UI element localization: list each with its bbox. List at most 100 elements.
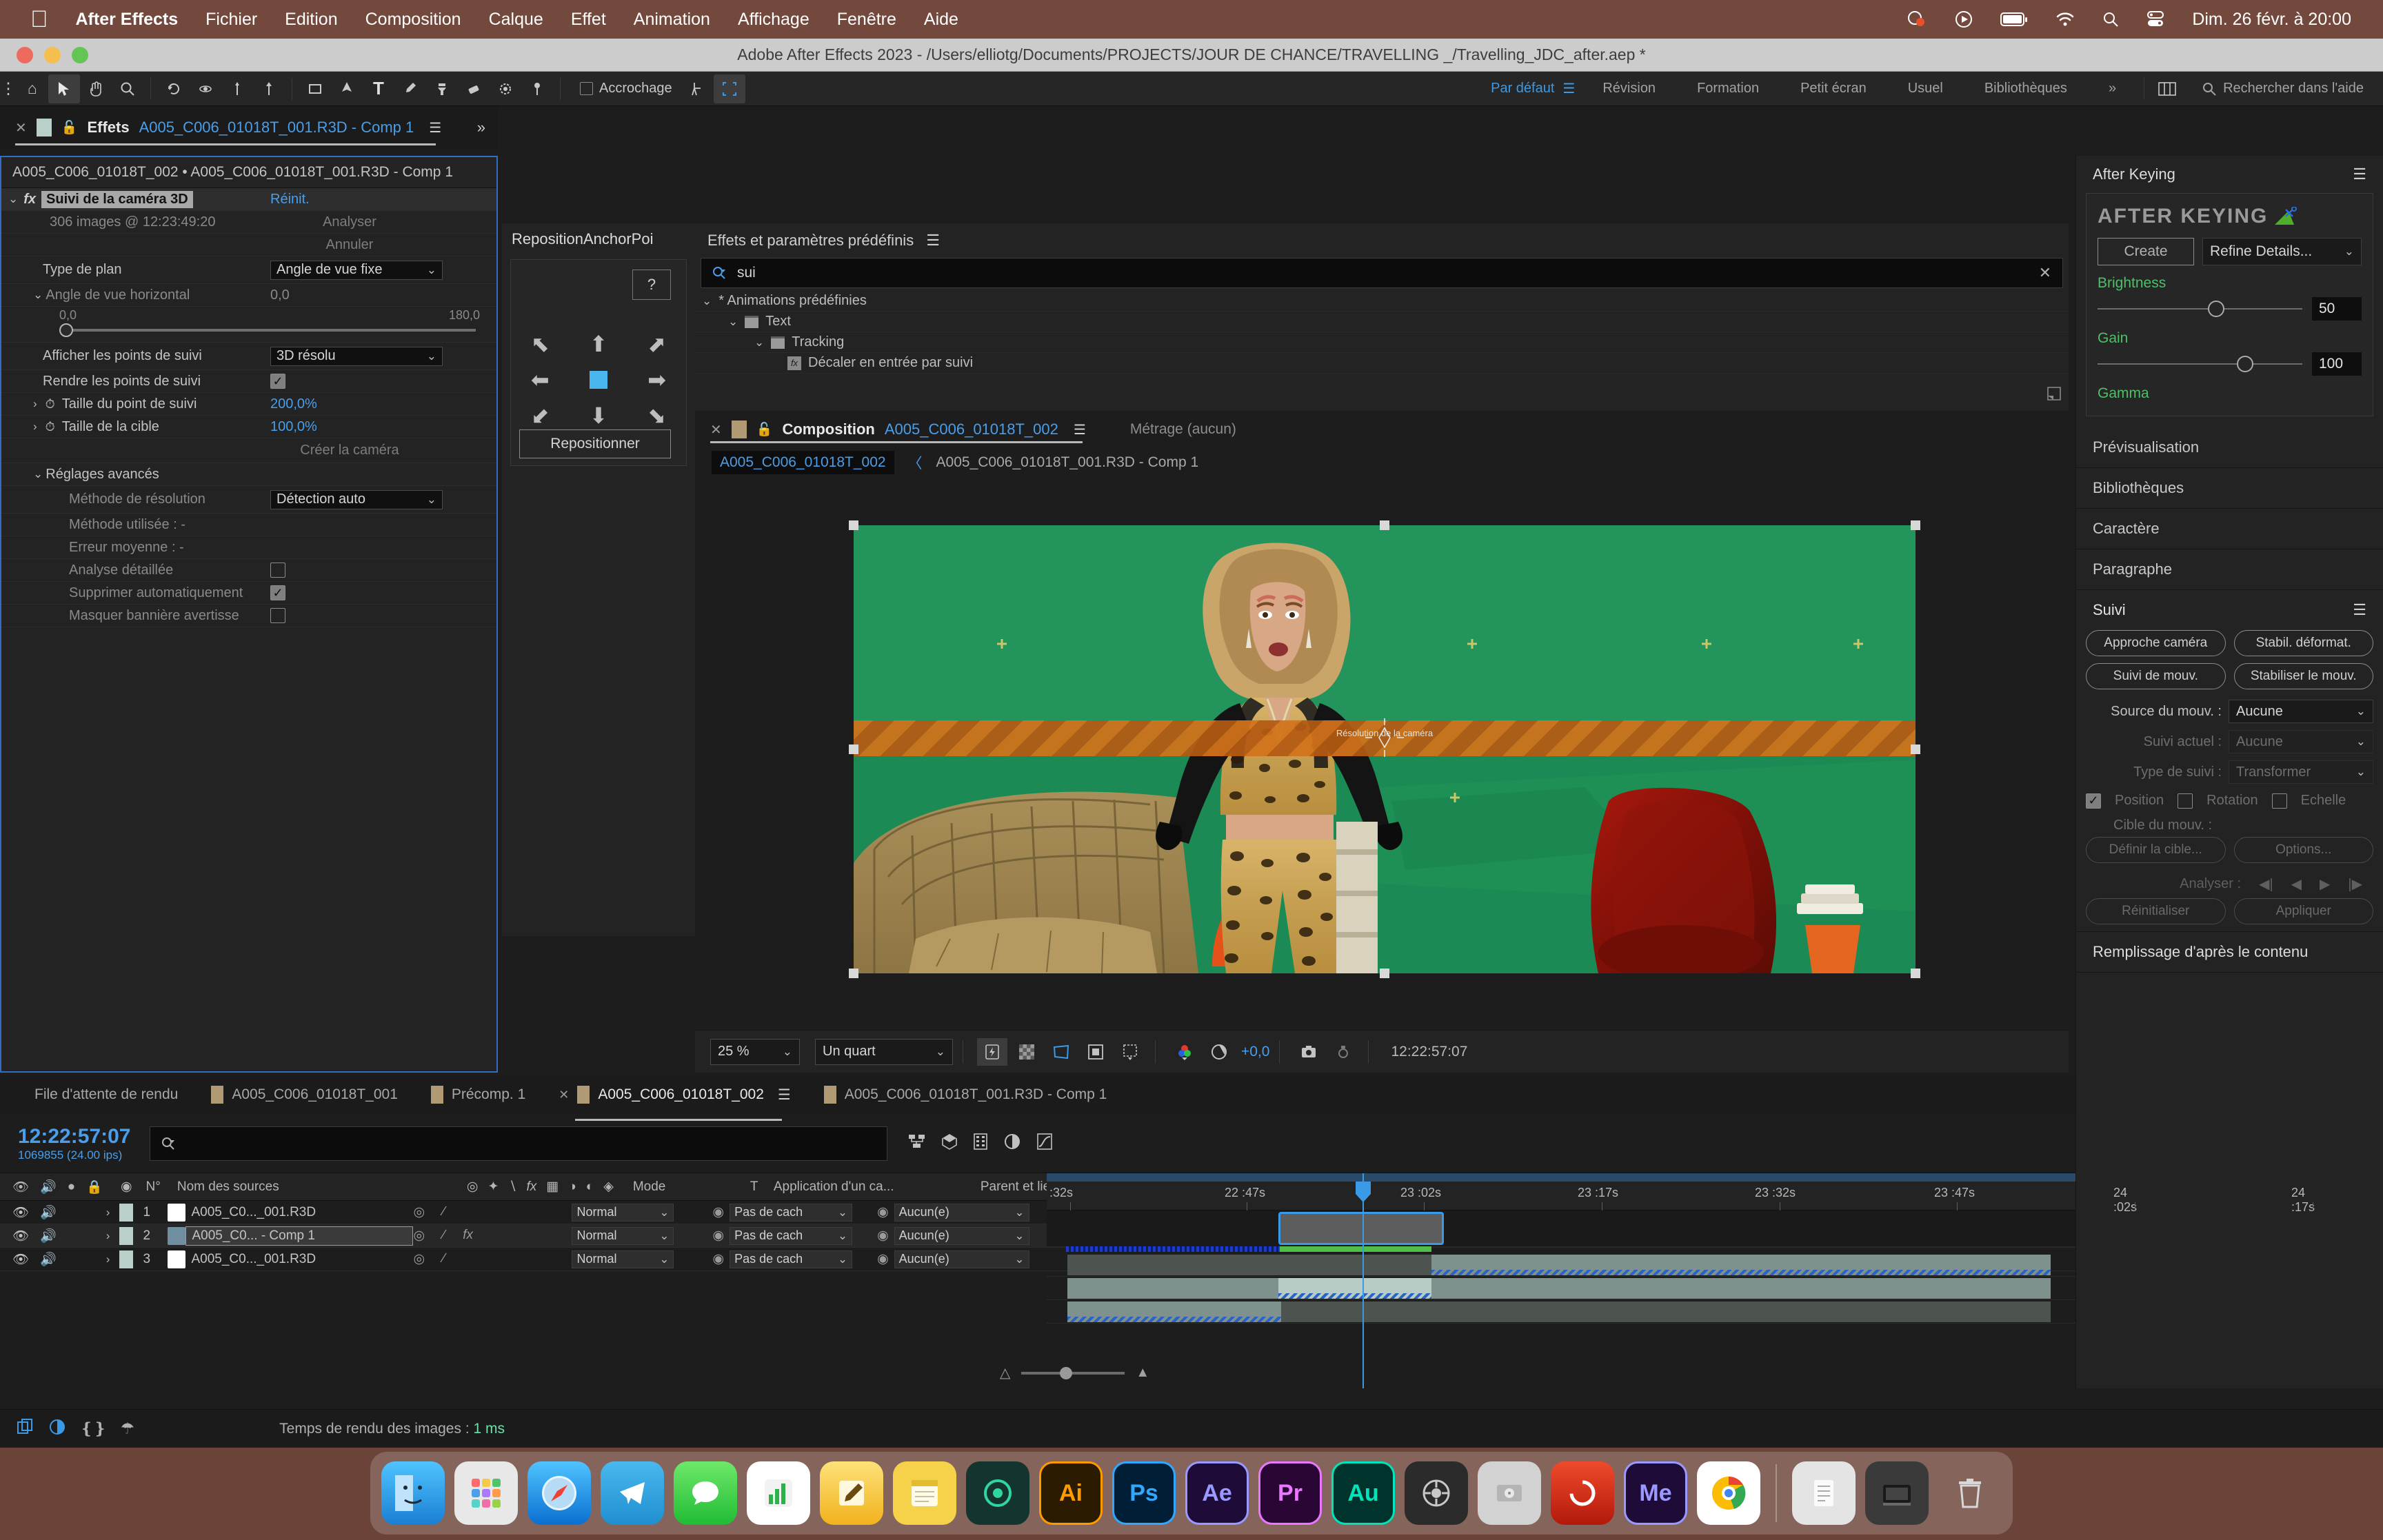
brainstorm-icon[interactable]: ☂: [121, 1419, 135, 1438]
quality-icon[interactable]: ∕: [443, 1228, 445, 1244]
mode-dropdown[interactable]: Normal ⌄: [572, 1250, 674, 1268]
arrow-up-right-icon[interactable]: ⬈: [647, 333, 666, 355]
effect-header-row[interactable]: ⌄ fx Suivi de la caméra 3D Réinit.: [1, 188, 496, 211]
anchor-arrow-grid[interactable]: ⬉ ⬆ ⬈ ⬅ ➡ ⬋ ⬇ ⬊: [511, 326, 686, 434]
quality-icon[interactable]: ∕: [443, 1204, 445, 1220]
arrow-down-right-icon[interactable]: ⬊: [647, 405, 666, 427]
audio-icon[interactable]: 🔊: [40, 1251, 57, 1268]
analyse-back-1-frame-icon[interactable]: ◀|: [2259, 875, 2273, 893]
label-color-swatch[interactable]: [119, 1226, 134, 1245]
dock-app-audition[interactable]: Au: [1331, 1461, 1395, 1525]
timeline-timecode[interactable]: 12:22:57:07: [18, 1125, 130, 1148]
hide-banner-checkbox[interactable]: [270, 608, 285, 623]
dock-app-cinema4d[interactable]: [1551, 1461, 1614, 1525]
hfov-slider-row[interactable]: 0,0 180,0: [1, 307, 496, 343]
tab-comp-001-r3d[interactable]: A005_C006_01018T_001.R3D - Comp 1: [807, 1086, 1124, 1104]
panel-menu-icon[interactable]: ☰: [1074, 421, 1086, 438]
dock-app-finder[interactable]: [381, 1461, 445, 1525]
motion-blur-icon[interactable]: [48, 1418, 66, 1440]
search-icon[interactable]: [2102, 11, 2119, 28]
composition-canvas[interactable]: Résolution de la caméra: [849, 520, 1920, 978]
wifi-icon[interactable]: [2055, 12, 2075, 27]
analyse-forward-1-frame-icon[interactable]: |▶: [2348, 875, 2362, 893]
current-time-indicator[interactable]: [1363, 1173, 1364, 1388]
chevron-right-icon[interactable]: ›: [33, 397, 37, 411]
audio-icon[interactable]: 🔊: [40, 1228, 57, 1244]
menu-fichier[interactable]: Fichier: [205, 10, 257, 30]
dock-app-photoshop[interactable]: Ps: [1112, 1461, 1176, 1525]
transform-box-icon[interactable]: [713, 74, 745, 103]
track-matte-icon[interactable]: ◉: [712, 1204, 724, 1220]
chevron-right-icon[interactable]: ›: [106, 1253, 110, 1266]
zoom-button[interactable]: [72, 46, 88, 63]
solve-method-dropdown[interactable]: Détection auto ⌄: [270, 489, 443, 509]
tab-render-queue[interactable]: File d'attente de rendu: [18, 1086, 194, 1103]
hfov-value[interactable]: 0,0: [270, 287, 290, 303]
help-search[interactable]: Rechercher dans l'aide: [2183, 81, 2383, 97]
arrow-up-icon[interactable]: ⬆: [590, 333, 608, 355]
tab-precomp-1[interactable]: Précomp. 1: [414, 1086, 542, 1104]
reposition-button[interactable]: Repositionner: [519, 429, 671, 458]
tab-comp-001[interactable]: A005_C006_01018T_001: [194, 1086, 414, 1104]
selection-handle-ml[interactable]: [849, 744, 858, 754]
brightness-value[interactable]: 50: [2312, 297, 2362, 321]
rotation-checkbox[interactable]: [2178, 793, 2193, 809]
motion-source-dropdown[interactable]: Aucune ⌄: [2229, 700, 2373, 723]
apple-icon[interactable]: : [30, 8, 48, 31]
hfov-slider-track[interactable]: [63, 329, 476, 332]
dock-app-chrome[interactable]: [1697, 1461, 1760, 1525]
transparency-grid-icon[interactable]: [1012, 1038, 1042, 1066]
dock-app-webex[interactable]: [966, 1461, 1029, 1525]
label-color-swatch[interactable]: [119, 1250, 134, 1268]
close-button[interactable]: [17, 46, 33, 63]
close-icon[interactable]: ✕: [710, 421, 722, 438]
clear-search-icon[interactable]: ✕: [2039, 264, 2051, 282]
mode-dropdown[interactable]: Normal ⌄: [572, 1226, 674, 1245]
pen-tool-icon[interactable]: [331, 74, 363, 103]
panel-menu-icon[interactable]: ☰: [2353, 601, 2366, 619]
track-matte-icon[interactable]: ◉: [712, 1228, 724, 1244]
chevron-right-icon[interactable]: ›: [106, 1229, 110, 1243]
grid-guides-icon[interactable]: [1115, 1038, 1145, 1066]
render-icon[interactable]: [17, 1418, 34, 1440]
show-snapshot-icon[interactable]: [1328, 1038, 1358, 1066]
composition-timecode[interactable]: 12:22:57:07: [1391, 1044, 1467, 1060]
arrow-down-left-icon[interactable]: ⬋: [531, 405, 550, 427]
detailed-analysis-checkbox[interactable]: [270, 563, 285, 578]
parent-dropdown[interactable]: Aucun(e) ⌄: [894, 1203, 1029, 1222]
workspace-menu-icon[interactable]: ☰: [1562, 80, 1582, 97]
track-type-dropdown[interactable]: Transformer ⌄: [2229, 760, 2373, 784]
alignment-icon[interactable]: [682, 74, 714, 103]
selection-handle-bc[interactable]: [1380, 969, 1389, 978]
dock-app-illustrator[interactable]: Ai: [1039, 1461, 1103, 1525]
selection-handle-mr[interactable]: [1911, 744, 1920, 754]
chevron-down-icon[interactable]: ⌄: [33, 467, 43, 481]
menu-animation[interactable]: Animation: [634, 10, 710, 30]
tree-item-animations[interactable]: ⌄ * Animations prédéfinies: [695, 291, 2069, 312]
layer-switch-cells[interactable]: ◎ ∕: [413, 1251, 572, 1267]
menu-aide[interactable]: Aide: [924, 10, 958, 30]
shy-icon[interactable]: ◎: [413, 1251, 425, 1267]
clone-stamp-icon[interactable]: [426, 74, 458, 103]
orbit-camera-icon[interactable]: [190, 74, 221, 103]
panel-menu-icon[interactable]: ☰: [926, 232, 940, 250]
work-area-selection[interactable]: [1278, 1212, 1444, 1245]
audio-icon[interactable]: 🔊: [40, 1204, 57, 1221]
tree-item-tracking[interactable]: ⌄ Tracking: [695, 332, 2069, 353]
analyse-forward-icon[interactable]: ▶: [2320, 875, 2330, 893]
region-of-interest-icon[interactable]: [1046, 1038, 1076, 1066]
roto-brush-icon[interactable]: [490, 74, 521, 103]
fast-preview-icon[interactable]: [977, 1037, 1007, 1066]
footage-tab[interactable]: Métrage (aucun): [1130, 421, 1236, 438]
rect-mask-icon[interactable]: [299, 74, 331, 103]
shy-icon[interactable]: ◎: [413, 1228, 425, 1244]
cancel-button[interactable]: Annuler: [270, 237, 429, 253]
rotation-tool-icon[interactable]: [158, 74, 190, 103]
mask-icon[interactable]: [1080, 1038, 1111, 1066]
hide-shy-layers-icon[interactable]: [973, 1133, 988, 1155]
parent-pickwhip-icon[interactable]: ◉: [877, 1204, 889, 1220]
chevron-down-icon[interactable]: ⌄: [754, 336, 764, 349]
point-size-value[interactable]: 200,0%: [270, 396, 317, 412]
text-tool-icon[interactable]: T: [363, 74, 394, 103]
motion-blur-icon[interactable]: [1003, 1133, 1021, 1155]
